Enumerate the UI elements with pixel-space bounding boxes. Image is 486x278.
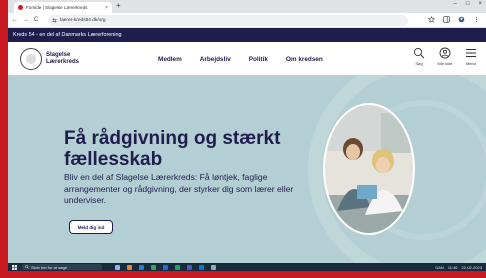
taskbar-search-icon bbox=[25, 265, 29, 269]
chrome-icon[interactable] bbox=[151, 264, 156, 270]
maximize-button[interactable]: □ bbox=[466, 1, 470, 7]
clock-date[interactable]: 22-02-2023 bbox=[462, 265, 482, 270]
bookmark-star-icon[interactable] bbox=[428, 16, 435, 23]
user-icon bbox=[439, 47, 451, 59]
outlook-icon[interactable] bbox=[139, 264, 144, 270]
browser-toolbar: ← → C laerer-kreds54.dk/org bbox=[8, 13, 486, 28]
hero-heading: Få rådgivning og stærkt fællesskab bbox=[64, 128, 281, 170]
edge-icon[interactable] bbox=[199, 264, 204, 270]
address-bar[interactable]: laerer-kreds54.dk/org bbox=[48, 15, 408, 26]
close-window-button[interactable]: × bbox=[478, 1, 482, 7]
url-text: laerer-kreds54.dk/org bbox=[60, 18, 106, 23]
hero-lead: Bliv en del af Slagelse Lærerkreds: Få l… bbox=[64, 172, 294, 205]
windows-taskbar: Skriv her for at søge DAN 11:46 22-02-20… bbox=[8, 263, 486, 271]
taskbar-apps bbox=[115, 264, 216, 270]
hero-section: Få rådgivning og stærkt fællesskab Bliv … bbox=[8, 75, 486, 263]
task-view-icon[interactable] bbox=[115, 264, 120, 270]
system-tray: DAN 11:46 22-02-2023 bbox=[435, 265, 482, 270]
search-button[interactable]: Søg bbox=[410, 47, 428, 66]
file-explorer-icon[interactable] bbox=[127, 264, 132, 270]
main-navigation: Medlem Arbejdsliv Politik Om kredsen bbox=[158, 56, 323, 63]
menu-label: Menu bbox=[465, 61, 476, 66]
settings-icon[interactable] bbox=[211, 264, 216, 270]
window-controls: – □ × bbox=[454, 1, 482, 7]
join-button[interactable]: Meld dig ind bbox=[69, 220, 113, 234]
banner-text: Kreds 54 - en del af Danmarks Lærerforen… bbox=[13, 32, 122, 38]
favicon-icon bbox=[18, 5, 23, 10]
header-tools: Søg Min side Menu bbox=[410, 47, 480, 66]
nav-item-om-kredsen[interactable]: Om kredsen bbox=[286, 56, 323, 63]
browser-actions bbox=[428, 16, 480, 23]
profile-icon[interactable] bbox=[458, 16, 465, 23]
reload-button[interactable]: C bbox=[34, 17, 38, 23]
search-label: Søg bbox=[415, 61, 423, 66]
windows-start-icon[interactable] bbox=[12, 264, 17, 270]
my-page-button[interactable]: Min side bbox=[436, 47, 454, 66]
word-icon[interactable] bbox=[163, 264, 168, 270]
taskbar-search-placeholder: Skriv her for at søge bbox=[31, 264, 68, 270]
site-info-icon[interactable] bbox=[52, 18, 57, 23]
sidebar-icon[interactable] bbox=[443, 16, 450, 23]
browser-menu-icon[interactable] bbox=[473, 16, 480, 23]
hamburger-icon bbox=[466, 49, 476, 57]
excel-icon[interactable] bbox=[175, 264, 180, 270]
logo-seal-icon[interactable] bbox=[20, 48, 42, 70]
site-header: Slagelse Lærerkreds Medlem Arbejdsliv Po… bbox=[8, 42, 486, 75]
my-page-label: Min side bbox=[437, 61, 453, 66]
frame-bottom bbox=[0, 271, 486, 278]
browser-window: Forside | Slagelse Lærerkreds × + – □ × … bbox=[8, 0, 486, 271]
logo-text[interactable]: Slagelse Lærerkreds bbox=[46, 52, 79, 66]
new-tab-button[interactable]: + bbox=[116, 1, 121, 10]
language-indicator[interactable]: DAN bbox=[435, 265, 443, 270]
tab-bar: Forside | Slagelse Lærerkreds × + – □ × bbox=[8, 0, 486, 13]
clock-time[interactable]: 11:46 bbox=[448, 265, 458, 270]
hero-photo bbox=[323, 103, 415, 235]
nav-item-arbejdsliv[interactable]: Arbejdsliv bbox=[200, 56, 231, 63]
logo-line-2: Lærerkreds bbox=[46, 58, 80, 65]
nav-item-medlem[interactable]: Medlem bbox=[158, 56, 182, 63]
back-button[interactable]: ← bbox=[12, 17, 18, 23]
forward-button[interactable]: → bbox=[23, 17, 29, 23]
minimize-button[interactable]: – bbox=[454, 1, 457, 7]
logo-line-1: Slagelse bbox=[46, 52, 71, 58]
tab-close-icon[interactable]: × bbox=[105, 5, 108, 11]
search-icon bbox=[413, 47, 425, 59]
site-banner: Kreds 54 - en del af Danmarks Lærerforen… bbox=[8, 28, 486, 42]
frame-corner bbox=[0, 0, 8, 8]
teams-icon[interactable] bbox=[187, 264, 192, 270]
browser-tab[interactable]: Forside | Slagelse Lærerkreds × bbox=[14, 2, 112, 13]
menu-button[interactable]: Menu bbox=[462, 47, 480, 66]
tab-title: Forside | Slagelse Lærerkreds bbox=[26, 5, 88, 10]
taskbar-search[interactable]: Skriv her for at søge bbox=[22, 264, 102, 270]
nav-item-politik[interactable]: Politik bbox=[249, 56, 268, 63]
